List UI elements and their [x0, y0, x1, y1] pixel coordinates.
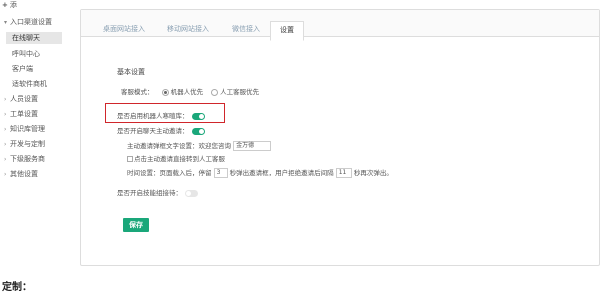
- robot-first-label: 机器人优先: [170, 88, 204, 96]
- invite-text-label: 主动邀请弹框文字设置：欢迎您咨询: [127, 142, 231, 150]
- robot-greeting-label: 是否启用机器人寒暄库：: [117, 112, 189, 120]
- section-title: 基本设置: [117, 68, 145, 76]
- time-suffix: 秒再次弹出。: [353, 169, 393, 177]
- tab-settings[interactable]: 设置: [270, 21, 304, 41]
- sidebar-item-online-chat[interactable]: 在线聊天: [6, 32, 62, 44]
- bottom-heading: 定制：: [2, 282, 32, 293]
- sidebar-group-entry-channels[interactable]: ▾ 入口渠道设置: [4, 17, 52, 27]
- invite-text-row: 主动邀请弹框文字设置：欢迎您咨询 金万德: [127, 140, 272, 151]
- transfer-checkbox[interactable]: [127, 156, 133, 162]
- save-button[interactable]: 保存: [123, 218, 149, 232]
- sidebar-group-dev[interactable]: › 开发与定制: [4, 139, 45, 149]
- sidebar-group-tickets[interactable]: › 工单设置: [4, 109, 38, 119]
- transfer-row: 点击主动邀请直接转到人工客服: [127, 153, 225, 163]
- skill-group-toggle[interactable]: [185, 189, 198, 197]
- tab-mobile-site[interactable]: 移动网站接入: [167, 24, 209, 34]
- robot-greeting-row: 是否启用机器人寒暄库：: [117, 110, 205, 120]
- settings-panel: 桌面网站接入 移动网站接入 微信接入 设置: [80, 9, 600, 266]
- tab-bar: 桌面网站接入 移动网站接入 微信接入 设置: [81, 10, 599, 41]
- service-mode-label: 客服模式：: [121, 88, 154, 96]
- sidebar-group-other[interactable]: › 其他设置: [4, 169, 38, 179]
- skill-group-label: 是否开启技能组接待：: [117, 189, 182, 197]
- human-first-radio[interactable]: [211, 88, 219, 96]
- sidebar-item-call-center[interactable]: 呼叫中心: [12, 49, 40, 59]
- tab-desktop-site[interactable]: 桌面网站接入: [103, 24, 145, 34]
- sidebar-group-staff[interactable]: › 人员设置: [4, 94, 38, 104]
- time-mid: 秒弹出邀请框，用户拒绝邀请后间隔: [229, 169, 334, 177]
- invite-toggle[interactable]: [191, 127, 205, 135]
- human-first-label: 人工客服优先: [220, 88, 260, 96]
- sidebar: ▾ 入口渠道设置 在线聊天 呼叫中心 客户端 适软件商机 › 人员设置 › 工单设置 …: [0, 8, 75, 263]
- sidebar-item-client[interactable]: 客户端: [12, 64, 33, 74]
- invite-label: 是否开启聊天主动邀请：: [117, 127, 189, 135]
- interval-input[interactable]: 11: [335, 168, 352, 178]
- time-prefix: 时间设置：页面载入后，停留: [127, 169, 212, 177]
- tab-wechat[interactable]: 微信接入: [232, 24, 260, 34]
- time-setting-row: 时间设置：页面载入后，停留 3 秒弹出邀请框，用户拒绝邀请后间隔 11 秒再次弹…: [127, 167, 393, 178]
- invite-row: 是否开启聊天主动邀请：: [117, 125, 205, 135]
- sidebar-item-software-vendor[interactable]: 适软件商机: [12, 79, 47, 89]
- sidebar-group-knowledge[interactable]: › 知识库管理: [4, 124, 45, 134]
- skill-group-row: 是否开启技能组接待：: [117, 187, 198, 197]
- invite-text-input[interactable]: 金万德: [233, 141, 272, 151]
- sidebar-group-subproviders[interactable]: › 下级服务商: [4, 154, 45, 164]
- delay-input[interactable]: 3: [213, 168, 228, 178]
- robot-greeting-toggle[interactable]: [191, 112, 205, 120]
- service-mode-row: 客服模式： 机器人优先 人工客服优先: [121, 86, 259, 96]
- robot-first-radio[interactable]: [161, 88, 169, 96]
- transfer-label: 点击主动邀请直接转到人工客服: [134, 155, 225, 163]
